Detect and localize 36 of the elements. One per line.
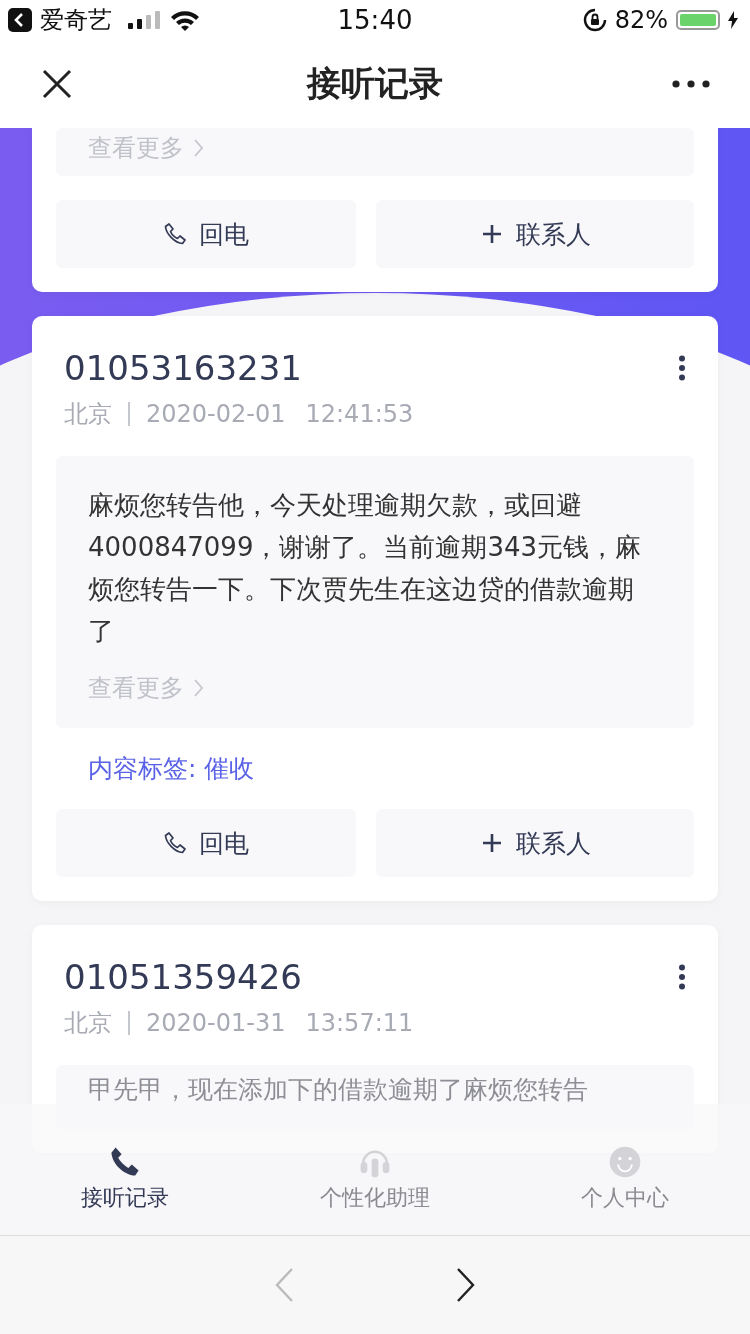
call-location: 北京 [64,1008,112,1039]
message-text: 甲先甲，现在添加下的借款逾期了麻烦您转告 [88,1075,589,1105]
add-contact-button[interactable]: 联系人 [376,809,694,877]
page-title: 接听记录 [307,62,443,105]
call-location: 北京 [64,399,112,430]
chevron-right-icon [194,679,204,697]
tag-label: 内容标签: [88,753,197,785]
message-text: 麻烦您转告他，今天处理逾期欠款，或回避4000847099，谢谢了。当前逾期343元钱，麻烦您转告一下。下次贾先生在这边贷的借款逾期了 [88,489,643,648]
battery-icon [676,10,720,30]
phone-number: 01051359426 [64,957,302,997]
call-date: 2020-01-31 [146,1009,286,1037]
call-back-button[interactable]: 回电 [56,809,357,877]
call-time: 12:41:53 [305,400,414,428]
tab-item[interactable]: 接听记录 [0,1145,250,1213]
smiley-icon [608,1145,642,1179]
phone-icon [163,831,188,855]
more-icon[interactable] [672,80,710,88]
phone-icon [163,222,188,246]
clock-time: 15:40 [337,5,413,35]
charging-icon [728,11,738,29]
signal-icon [128,11,162,29]
phone-number: 01053163231 [64,348,302,388]
kebab-menu-icon[interactable] [678,355,686,381]
call-time: 13:57:11 [305,1009,414,1037]
battery-percent: 82% [614,6,668,34]
add-contact-button[interactable]: 联系人 [376,200,694,268]
kebab-menu-icon[interactable] [678,964,686,990]
content-tag: 催收 [204,752,255,785]
call-back-button[interactable]: 回电 [56,200,357,268]
chevron-right-icon [194,139,204,157]
back-icon[interactable] [8,8,32,32]
call-date: 2020-02-01 [146,400,286,428]
wifi-icon [170,9,200,31]
back-app-label[interactable]: 爱奇艺 [40,4,112,36]
rotation-lock-icon [582,8,607,32]
close-icon[interactable] [42,69,72,99]
